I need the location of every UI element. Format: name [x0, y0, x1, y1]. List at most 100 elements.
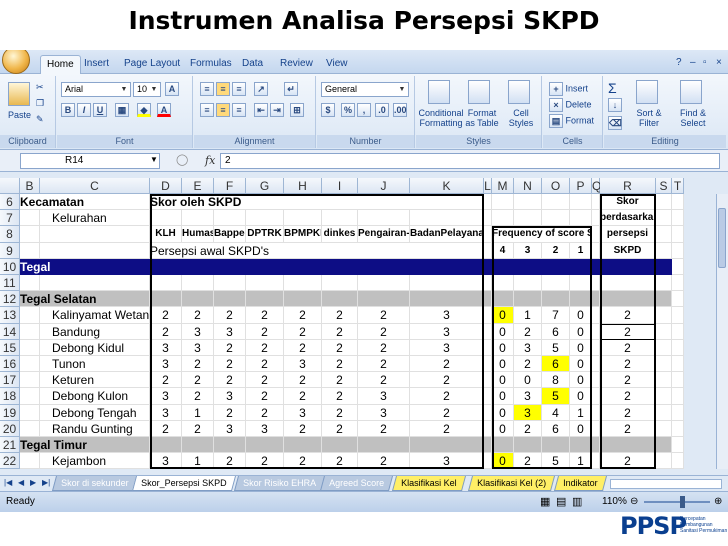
kelurahan-name[interactable]: Randu Gunting	[40, 420, 150, 437]
copy-icon[interactable]: ❐	[36, 98, 44, 109]
cell[interactable]	[284, 275, 322, 292]
column-header[interactable]: T	[672, 178, 684, 194]
cell[interactable]	[20, 339, 40, 356]
cell[interactable]	[656, 323, 672, 340]
cell[interactable]	[656, 194, 672, 211]
group-band-cell[interactable]	[284, 291, 322, 308]
page-break-view-icon[interactable]: ▥	[572, 492, 582, 512]
cell[interactable]	[656, 356, 672, 373]
number-format-select[interactable]: General ▼	[321, 82, 409, 97]
cell[interactable]	[492, 210, 514, 227]
cell[interactable]	[672, 404, 684, 421]
page-layout-view-icon[interactable]: ▤	[556, 492, 566, 512]
align-middle-icon[interactable]: ≡	[216, 82, 230, 96]
skpd-score[interactable]: 2	[284, 323, 322, 340]
cell[interactable]	[656, 307, 672, 324]
formula-input[interactable]: 2	[220, 153, 720, 169]
frequency-value[interactable]: 2	[514, 453, 542, 470]
cell[interactable]	[672, 307, 684, 324]
cell[interactable]	[484, 210, 492, 227]
column-header[interactable]: S	[656, 178, 672, 194]
skpd-score[interactable]: 2	[182, 420, 214, 437]
vertical-scrollbar-thumb[interactable]	[718, 208, 726, 268]
tegal-band-cell[interactable]	[492, 258, 514, 275]
column-header[interactable]: B	[20, 178, 40, 194]
sort-filter-icon[interactable]	[636, 80, 658, 104]
cell[interactable]	[20, 210, 40, 227]
cell[interactable]	[570, 275, 592, 292]
group-band-cell[interactable]	[600, 437, 656, 454]
cell[interactable]	[40, 226, 150, 243]
row-header[interactable]: 19	[0, 404, 20, 421]
tab-view[interactable]: View	[320, 55, 354, 74]
close-icon[interactable]: ×	[716, 57, 722, 68]
zoom-in-icon[interactable]: ⊕	[714, 492, 722, 512]
tegal-band-cell[interactable]	[592, 258, 600, 275]
skpd-score[interactable]: 2	[322, 323, 358, 340]
skor-persepsi-value[interactable]: 2	[600, 372, 656, 389]
cell[interactable]	[592, 453, 600, 470]
skpd-score[interactable]: 2	[214, 453, 246, 470]
align-top-icon[interactable]: ≡	[200, 82, 214, 96]
cell[interactable]	[246, 275, 284, 292]
skpd-score[interactable]: 2	[182, 307, 214, 324]
cell[interactable]	[410, 210, 484, 227]
align-right-icon[interactable]: ≡	[232, 103, 246, 117]
skpd-column-header[interactable]: Pengairan-PU	[358, 226, 410, 243]
cell[interactable]	[672, 356, 684, 373]
tegal-band-cell[interactable]	[214, 258, 246, 275]
skpd-score[interactable]: 3	[182, 339, 214, 356]
skpd-score[interactable]: 3	[150, 404, 182, 421]
cell[interactable]	[484, 388, 492, 405]
column-header[interactable]: K	[410, 178, 484, 194]
skor-persepsi-value[interactable]: 2	[600, 339, 656, 356]
skpd-score[interactable]: 2	[246, 388, 284, 405]
frequency-value[interactable]: 7	[542, 307, 570, 324]
cell[interactable]	[592, 275, 600, 292]
skpd-score[interactable]: 2	[322, 404, 358, 421]
skpd-score[interactable]: 2	[182, 356, 214, 373]
cell[interactable]	[20, 356, 40, 373]
cell[interactable]	[656, 420, 672, 437]
column-header[interactable]: L	[484, 178, 492, 194]
group-band-cell[interactable]	[514, 291, 542, 308]
increase-decimal-icon[interactable]: .0	[375, 103, 389, 117]
skpd-score[interactable]: 2	[322, 339, 358, 356]
group-band-cell[interactable]	[150, 291, 182, 308]
frequency-value[interactable]: 0	[492, 323, 514, 340]
group-band-cell[interactable]	[492, 437, 514, 454]
cell[interactable]	[592, 339, 600, 356]
fx-icon[interactable]: fx	[205, 154, 215, 167]
conditional-formatting-button[interactable]: Conditional Formatting	[418, 108, 464, 128]
kelurahan-name[interactable]: Debong Tengah	[40, 404, 150, 421]
frequency-value[interactable]: 1	[514, 307, 542, 324]
cell[interactable]	[484, 420, 492, 437]
cell[interactable]	[484, 372, 492, 389]
skor-oleh-skpd-header[interactable]: Skor oleh SKPD	[150, 194, 484, 211]
cell[interactable]	[182, 275, 214, 292]
skor-persepsi-value[interactable]: 2	[600, 323, 656, 340]
bold-button[interactable]: B	[61, 103, 75, 117]
row-header[interactable]: 12	[0, 291, 20, 308]
cell[interactable]	[322, 210, 358, 227]
skpd-score[interactable]: 2	[410, 404, 484, 421]
skpd-score[interactable]: 2	[214, 404, 246, 421]
group-band-cell[interactable]	[322, 437, 358, 454]
prev-sheet-icon[interactable]: ◀	[18, 478, 24, 487]
skpd-column-header[interactable]: dinkes	[322, 226, 358, 243]
skpd-score[interactable]: 2	[284, 372, 322, 389]
skor-persepsi-value[interactable]: 2	[600, 453, 656, 470]
cell[interactable]	[214, 210, 246, 227]
column-header[interactable]: F	[214, 178, 246, 194]
group-band-cell[interactable]	[600, 291, 656, 308]
column-header[interactable]: R	[600, 178, 656, 194]
group-band-cell[interactable]	[410, 291, 484, 308]
decrease-decimal-icon[interactable]: .00	[393, 103, 407, 117]
cell[interactable]	[246, 210, 284, 227]
skpd-column-header[interactable]: KLH	[150, 226, 182, 243]
skor-persepsi-value[interactable]: 2	[600, 307, 656, 324]
skpd-score[interactable]: 2	[322, 453, 358, 470]
skpd-score[interactable]: 2	[410, 420, 484, 437]
skpd-score[interactable]: 3	[358, 388, 410, 405]
tegal-band-cell[interactable]	[182, 258, 214, 275]
